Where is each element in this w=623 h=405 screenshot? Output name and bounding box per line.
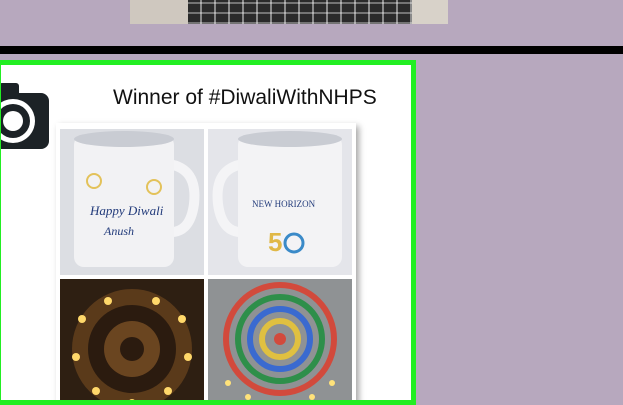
color-rangoli-photo [208,279,352,400]
previous-post-image[interactable] [130,0,448,24]
mug1-text: Happy Diwali [89,203,164,218]
post-title: Winner of #DiwaliWithNHPS [113,86,377,109]
photo-background-right [412,0,448,24]
post-divider [0,46,623,54]
mug1-name: Anush [103,224,134,238]
svg-text:5: 5 [268,227,282,257]
camera-icon [1,75,49,150]
diya-rangoli-photo [60,279,204,400]
post-image-card[interactable]: Winner of #DiwaliWithNHPS Happy Diwali A… [0,60,416,405]
photo-collage: Happy Diwali Anush NEW HORIZON 5 [56,123,356,400]
mug-front-photo: Happy Diwali Anush [60,129,204,275]
mug-back-photo: NEW HORIZON 5 [208,129,352,275]
mug2-text: NEW HORIZON [252,199,316,209]
photo-background-left [130,0,188,24]
